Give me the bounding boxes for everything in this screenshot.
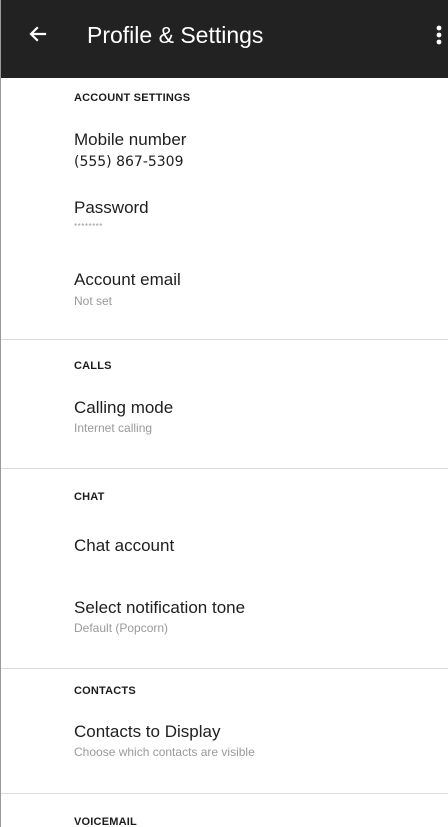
account-email-label: Account email — [74, 270, 181, 289]
contacts-display-row[interactable]: Contacts to Display Choose which contact… — [1, 714, 448, 770]
account-email-row[interactable]: Account email Not set — [1, 262, 448, 318]
password-label: Password — [74, 198, 149, 217]
mobile-number-row[interactable]: Mobile number (555) 867-5309 — [1, 122, 448, 178]
section-header-calls: CALLS — [74, 360, 112, 372]
password-value: ******** — [74, 222, 103, 231]
section-header-contacts: CONTACTS — [74, 685, 136, 697]
account-email-value: Not set — [74, 294, 113, 308]
settings-screen: Profile & Settings ACCOUNT SETTINGS Mobi… — [0, 0, 448, 827]
mobile-number-label: Mobile number — [74, 130, 187, 149]
contacts-display-label: Contacts to Display — [74, 722, 221, 741]
notification-tone-value: Default (Popcorn) — [74, 621, 169, 635]
mobile-number-value: (555) 867-5309 — [74, 154, 184, 170]
contacts-display-value: Choose which contacts are visible — [74, 745, 255, 759]
section-header-voicemail: VOICEMAIL — [74, 816, 137, 827]
chat-account-row[interactable]: Chat account — [1, 526, 448, 570]
divider — [1, 668, 448, 669]
page-title: Profile & Settings — [87, 22, 264, 48]
divider — [1, 468, 448, 469]
settings-list: ACCOUNT SETTINGS Mobile number (555) 867… — [1, 78, 448, 827]
divider — [1, 339, 448, 340]
section-header-chat: CHAT — [74, 491, 105, 503]
calling-mode-label: Calling mode — [74, 398, 174, 417]
notification-tone-row[interactable]: Select notification tone Default (Popcor… — [1, 590, 448, 646]
app-bar: Profile & Settings — [1, 0, 448, 78]
arrow-left-icon[interactable] — [25, 21, 51, 47]
calling-mode-value: Internet calling — [74, 421, 153, 435]
notification-tone-label: Select notification tone — [74, 598, 246, 617]
password-row[interactable]: Password ******** — [1, 190, 448, 240]
section-header-account: ACCOUNT SETTINGS — [74, 92, 191, 104]
calling-mode-row[interactable]: Calling mode Internet calling — [1, 390, 448, 446]
divider — [1, 793, 448, 794]
chat-account-label: Chat account — [74, 536, 175, 555]
more-vertical-icon[interactable] — [427, 22, 448, 48]
